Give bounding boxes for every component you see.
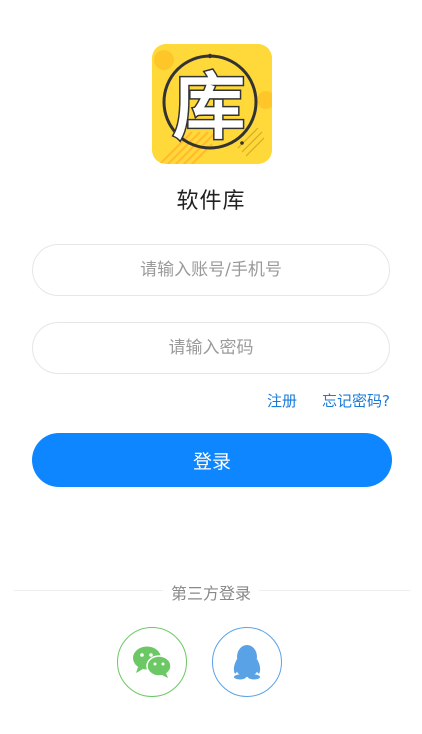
app-title: 软件库: [176, 189, 246, 214]
qq-icon: [233, 645, 261, 680]
password-field-wrapper: [32, 322, 390, 374]
third-party-label: 第三方登录: [0, 580, 422, 604]
login-page: 库 软件库 注册 忘记密码? 登录 第三方登录: [0, 0, 422, 734]
qq-login-button[interactable]: [212, 627, 282, 697]
forgot-password-link[interactable]: 忘记密码?: [322, 390, 390, 411]
third-party-label-text: 第三方登录: [162, 584, 259, 603]
register-link[interactable]: 注册: [267, 390, 297, 411]
account-input[interactable]: [33, 244, 389, 296]
app-logo-icon: 库: [152, 44, 272, 164]
account-field-wrapper: [32, 244, 390, 296]
wechat-login-button[interactable]: [117, 627, 187, 697]
password-input[interactable]: [33, 322, 389, 374]
logo-glyph: 库: [173, 65, 245, 149]
login-button[interactable]: 登录: [32, 433, 392, 487]
wechat-icon: [133, 646, 172, 678]
